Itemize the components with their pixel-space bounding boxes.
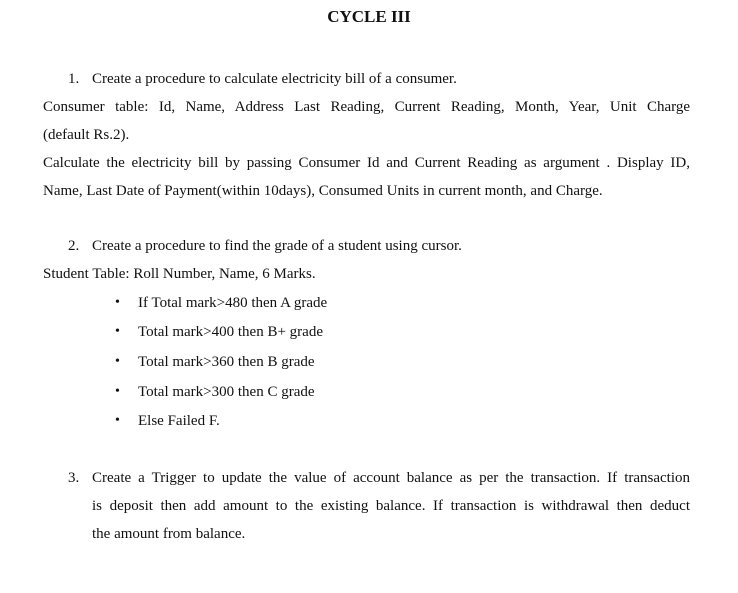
bullet-5-text: Else Failed F. <box>138 413 220 429</box>
item-2-table-line: Student Table: Roll Number, Name, 6 Mark… <box>43 266 316 282</box>
document-page: CYCLE III 1. Create a procedure to calcu… <box>0 0 738 593</box>
item-3-number: 3. <box>68 470 80 486</box>
bullet-2-marker: • <box>115 324 120 339</box>
bullet-5-marker: • <box>115 413 120 428</box>
item-1-line-3: Calculate the electricity bill by passin… <box>43 155 690 171</box>
item-1-number: 1. <box>68 71 80 87</box>
bullet-2-text: Total mark>400 then B+ grade <box>138 324 323 340</box>
item-2-number: 2. <box>68 238 80 254</box>
bullet-3-marker: • <box>115 354 120 369</box>
page-title: CYCLE III <box>327 7 411 26</box>
bullet-1-text: If Total mark>480 then A grade <box>138 295 328 311</box>
item-3-line-2: is deposit then add amount to the existi… <box>92 498 690 514</box>
bullet-1-marker: • <box>115 295 120 310</box>
bullet-4-marker: • <box>115 384 120 399</box>
item-1-line-4: Name, Last Date of Payment(within 10days… <box>43 183 603 199</box>
item-1-heading: Create a procedure to calculate electric… <box>92 71 457 87</box>
item-2-heading: Create a procedure to find the grade of … <box>92 238 462 254</box>
item-1-line-1: Consumer table: Id, Name, Address Last R… <box>43 99 690 115</box>
bullet-3-text: Total mark>360 then B grade <box>138 354 315 370</box>
item-3-line-3: the amount from balance. <box>92 526 246 542</box>
item-1-line-2: (default Rs.2). <box>43 127 130 143</box>
item-3-line-1: Create a Trigger to update the value of … <box>92 470 690 486</box>
bullet-4-text: Total mark>300 then C grade <box>138 384 315 400</box>
